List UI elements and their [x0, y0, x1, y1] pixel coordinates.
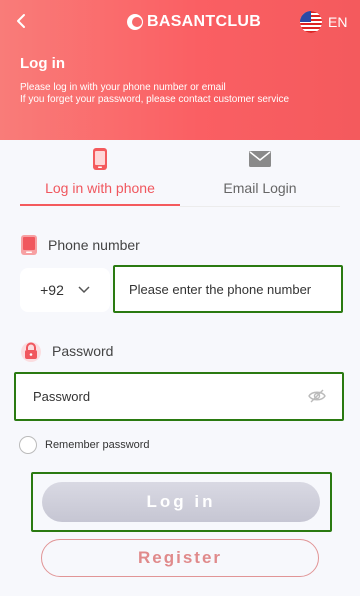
language-selector[interactable]: EN	[300, 11, 347, 33]
login-button-frame: Log in	[31, 472, 332, 532]
us-flag-icon	[300, 11, 322, 33]
password-input-box	[14, 372, 344, 421]
login-tabs: Log in with phone Email Login	[0, 140, 360, 208]
phone-icon	[93, 148, 107, 170]
remember-radio[interactable]	[19, 436, 37, 454]
tab-phone-login[interactable]: Log in with phone	[20, 140, 180, 208]
country-code-select[interactable]: +92	[20, 268, 110, 312]
password-label-group: Password	[20, 340, 113, 362]
subtitle-line-1: Please log in with your phone number or …	[20, 82, 226, 93]
lock-icon	[21, 342, 41, 362]
tab-email-login[interactable]: Email Login	[180, 140, 340, 208]
back-arrow-icon[interactable]	[12, 10, 32, 32]
eye-hidden-icon[interactable]	[308, 388, 326, 404]
brand-logo: BASANTCLUB	[126, 11, 261, 33]
tab-email-label: Email Login	[223, 180, 297, 196]
password-label: Password	[52, 343, 114, 359]
phone-field-icon	[21, 235, 37, 255]
login-button[interactable]: Log in	[42, 482, 320, 522]
password-input[interactable]	[16, 374, 342, 419]
phone-input-box	[113, 265, 343, 313]
subtitle-line-2: If you forget your password, please cont…	[20, 94, 290, 105]
logo-mark-icon	[127, 14, 143, 30]
country-code-value: +92	[40, 282, 64, 298]
page-title: Log in	[20, 55, 65, 72]
envelope-icon	[249, 151, 271, 167]
phone-number-label: Phone number	[48, 237, 140, 253]
language-label: EN	[328, 14, 348, 30]
phone-number-label-group: Phone number	[20, 234, 140, 256]
phone-number-input[interactable]	[115, 267, 341, 311]
remember-password-label: Remember password	[45, 439, 150, 451]
header: BASANTCLUB EN Log in Please log in with …	[0, 0, 360, 140]
tab-divider	[180, 206, 340, 207]
chevron-down-icon	[78, 286, 90, 294]
tab-phone-label: Log in with phone	[45, 180, 155, 196]
brand-name: BASANTCLUB	[147, 13, 262, 30]
remember-password-option[interactable]: Remember password	[19, 436, 150, 454]
active-tab-indicator	[20, 204, 180, 206]
register-button[interactable]: Register	[41, 539, 319, 577]
